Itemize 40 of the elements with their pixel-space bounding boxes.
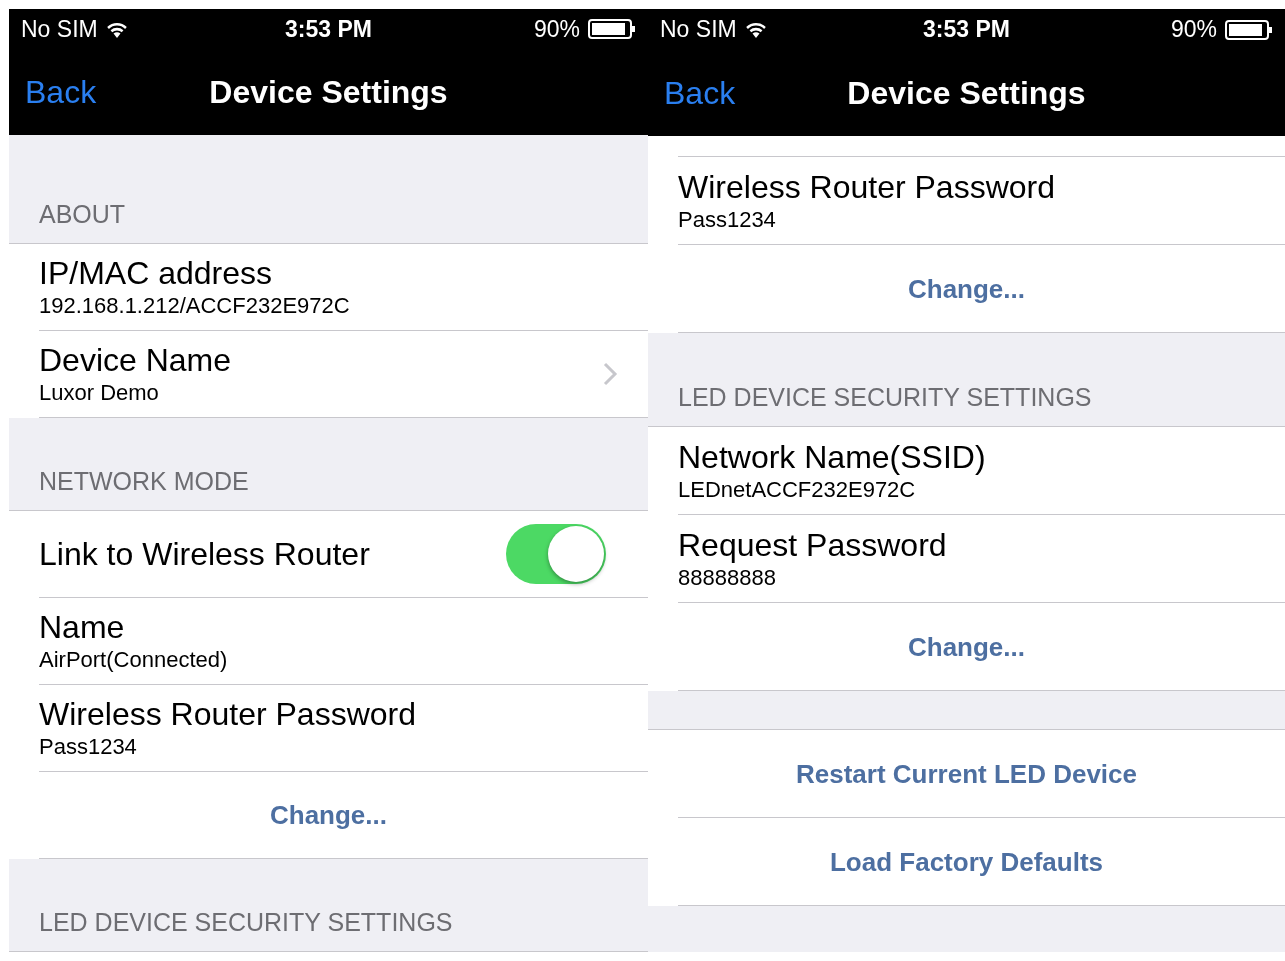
wifi-icon (744, 21, 767, 38)
action-button[interactable]: Load Factory Defaults (829, 846, 1104, 878)
row-subtitle: AirPort(Connected) (39, 646, 229, 675)
section-header: ABOUT (39, 199, 126, 229)
clock-label: 3:53 PM (285, 15, 372, 42)
row-title: Link to Wireless Router (39, 535, 371, 574)
row-subtitle: 192.168.1.212/ACCF232E972C (39, 292, 351, 321)
action-button[interactable]: Change... (270, 799, 387, 831)
screen-title: Device Settings (847, 74, 1086, 111)
row-title: Request Password (678, 526, 948, 564)
section-header: LED DEVICE SECURITY SETTINGS (678, 383, 1092, 412)
section-header: NETWORK MODE (39, 466, 249, 496)
row-subtitle: 88888888 (678, 564, 777, 592)
settings-row[interactable]: Device Name Luxor Demo (9, 330, 648, 418)
action-button[interactable]: Change... (908, 273, 1025, 305)
row-title: Wireless Router Password (678, 168, 1056, 206)
action-button[interactable]: Change... (908, 631, 1025, 663)
row-title: Name (39, 608, 126, 647)
row-subtitle: Pass1234 (678, 206, 777, 234)
row-title: Wireless Router Password (39, 695, 417, 734)
toggle-switch[interactable] (506, 524, 606, 585)
battery-icon (588, 19, 636, 40)
battery-label: 90% (533, 15, 580, 43)
battery-label: 90% (1170, 16, 1217, 43)
carrier-label: No SIM (660, 16, 737, 43)
action-button[interactable]: Restart Current LED Device (796, 758, 1137, 790)
row-title: IP/MAC address (39, 254, 273, 293)
row-subtitle: Pass1234 (39, 733, 138, 762)
row-subtitle: LEDnetACCF232E972C (678, 476, 917, 504)
carrier-label: No SIM (21, 15, 98, 43)
back-button[interactable]: Back (664, 74, 736, 112)
wifi-icon (105, 20, 128, 38)
clock-label: 3:53 PM (923, 16, 1010, 42)
screen-title: Device Settings (209, 73, 448, 110)
row-title: Network Name(SSID) (678, 438, 987, 476)
battery-icon (1225, 19, 1273, 40)
back-button[interactable]: Back (25, 73, 97, 111)
section-header: LED DEVICE SECURITY SETTINGS (39, 908, 453, 937)
row-subtitle: Luxor Demo (39, 379, 160, 408)
row-title: Device Name (39, 341, 233, 380)
